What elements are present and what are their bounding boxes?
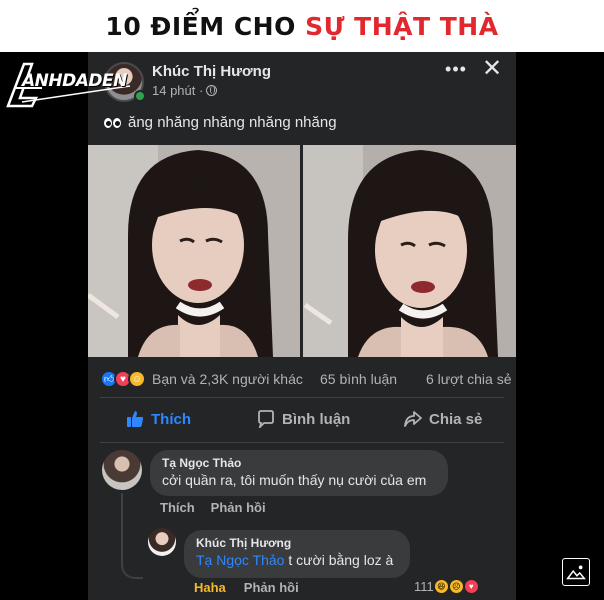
share-arrow-icon [404, 411, 422, 427]
like-label: Thích [151, 410, 191, 428]
commenter-name[interactable]: Tạ Ngọc Thảo [162, 456, 436, 470]
comment-icon [258, 410, 274, 428]
share-button[interactable]: Chia sẻ [404, 408, 482, 430]
reply-haha-link[interactable]: Haha [194, 580, 226, 595]
like-button[interactable]: Thích [126, 408, 191, 430]
facebook-post: Khúc Thị Hương 14 phút · ••• ✕ ăng nhăng… [88, 52, 516, 600]
globe-icon [206, 85, 218, 96]
watermark-text: ANHDADEN [22, 71, 127, 91]
caption-text: ăng nhăng nhăng nhăng nhăng [128, 114, 337, 131]
care-reaction-icon: ☺ [128, 370, 146, 388]
divider [100, 397, 504, 398]
sad-reaction-icon: ☹ [448, 579, 464, 594]
comment-bubble: Tạ Ngọc Thảo cởi quần ra, tôi muốn thấy … [150, 450, 448, 496]
comment-like-link[interactable]: Thích [160, 500, 195, 515]
post-photo-right[interactable] [303, 145, 516, 357]
comment-text: cởi quần ra, tôi muốn thấy nụ cười của e… [162, 472, 427, 488]
reply-body: t cười bằng loz à [284, 552, 394, 568]
right-black-margin [516, 52, 604, 600]
reactions-summary[interactable]: 👍︎ ♥ ☺ Bạn và 2,3K người khác [100, 370, 303, 388]
comment-label: Bình luận [282, 410, 351, 428]
more-options-button[interactable]: ••• [442, 56, 470, 84]
comment-actions: Thích Phản hồi [160, 500, 266, 515]
share-count[interactable]: 6 lượt chia sẻ [426, 371, 511, 387]
left-black-margin [0, 52, 88, 600]
reply-thread-line [121, 493, 143, 579]
reactions-text[interactable]: Bạn và 2,3K người khác [152, 371, 303, 387]
reply-reactions[interactable]: 111 😆︎ ☹ ♥ [414, 579, 479, 594]
love-reaction-icon: ♥ [463, 579, 479, 594]
comment-reply-link[interactable]: Phản hồi [211, 500, 266, 515]
reply-reply-link[interactable]: Phản hồi [244, 580, 299, 595]
divider [100, 442, 504, 443]
commenter-avatar[interactable] [102, 450, 142, 490]
post-time[interactable]: 14 phút · [152, 83, 203, 98]
online-status-dot [134, 90, 146, 102]
eyes-emoji-icon [104, 117, 121, 128]
banner-title-part1: 10 ĐIỂM CHO [105, 11, 306, 41]
post-caption: ăng nhăng nhăng nhăng nhăng [104, 114, 337, 131]
haha-reaction-icon: 😆︎ [433, 579, 449, 594]
post-photo-left[interactable] [88, 145, 300, 357]
comment-button[interactable]: Bình luận [257, 408, 350, 430]
reply-text: Tạ Ngọc Thảo t cười bằng loz à [196, 552, 398, 568]
post-meta: 14 phút · [152, 83, 218, 98]
reply-mention-link[interactable]: Tạ Ngọc Thảo [196, 552, 284, 568]
replier-avatar[interactable] [148, 528, 176, 556]
comment-count[interactable]: 65 bình luận [320, 371, 397, 387]
close-button[interactable]: ✕ [478, 56, 506, 84]
banner-title: 10 ĐIỂM CHO SỰ THẬT THÀ [105, 12, 498, 41]
image-gallery-icon[interactable] [562, 558, 590, 586]
thumbs-up-icon [127, 411, 144, 427]
reply-reaction-count: 111 [414, 579, 434, 594]
banner-title-highlight: SỰ THẬT THÀ [305, 11, 499, 41]
reply-bubble: Khúc Thị Hương Tạ Ngọc Thảo t cười bằng … [184, 530, 410, 578]
share-label: Chia sẻ [429, 410, 483, 428]
reply-actions: Haha Phản hồi [194, 580, 299, 595]
replier-name[interactable]: Khúc Thị Hương [196, 536, 398, 550]
top-banner: 10 ĐIỂM CHO SỰ THẬT THÀ [0, 0, 604, 52]
poster-name[interactable]: Khúc Thị Hương [152, 63, 271, 80]
